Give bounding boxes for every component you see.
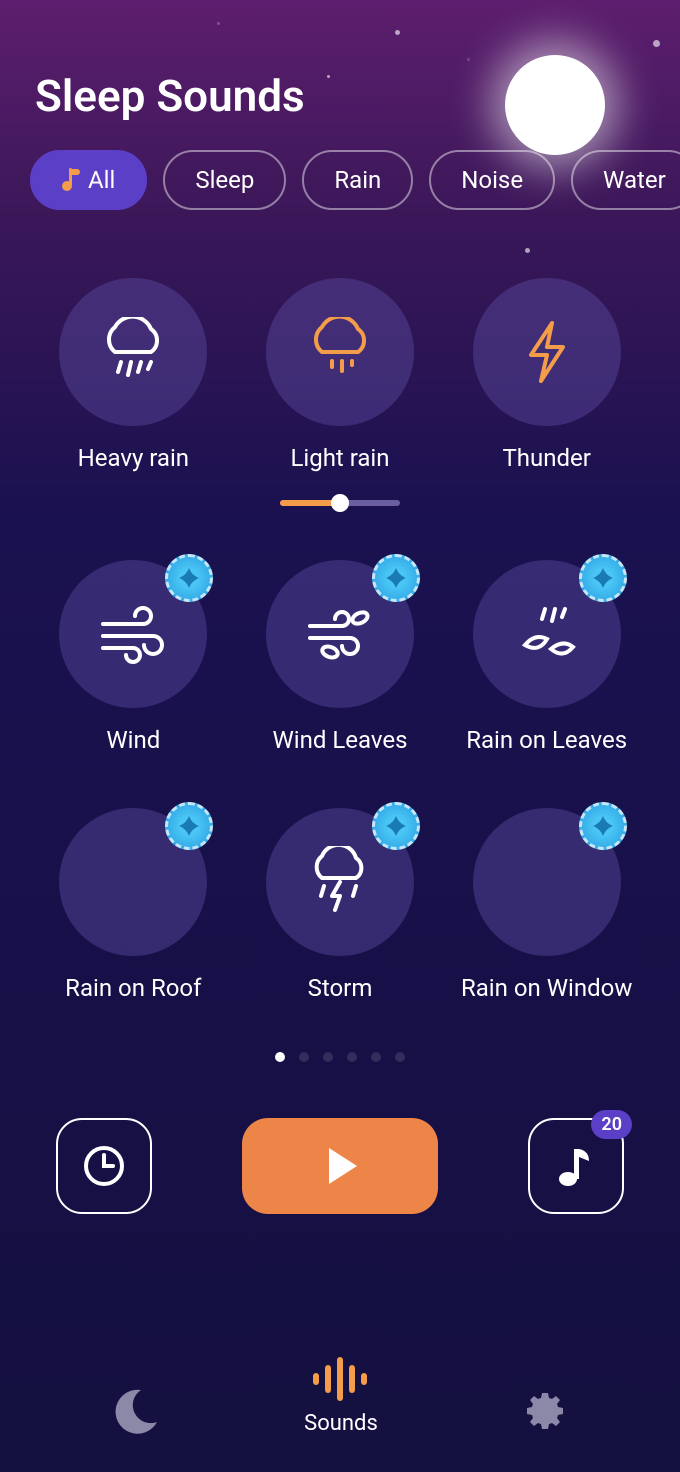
premium-badge-icon bbox=[579, 554, 627, 602]
nav-settings[interactable] bbox=[519, 1386, 569, 1436]
volume-thumb[interactable] bbox=[331, 494, 349, 512]
tab-rain[interactable]: Rain bbox=[302, 150, 413, 210]
playback-controls: 20 bbox=[0, 1062, 680, 1214]
moon-decoration bbox=[505, 55, 605, 155]
nav-sounds[interactable]: Sounds bbox=[304, 1355, 378, 1436]
pagination-dots[interactable] bbox=[0, 1002, 680, 1062]
star-decoration bbox=[467, 58, 470, 61]
sound-circle bbox=[473, 808, 621, 956]
soundwave-icon bbox=[309, 1355, 373, 1403]
page-dot[interactable] bbox=[323, 1052, 333, 1062]
tab-label: All bbox=[88, 166, 115, 194]
sound-label: Rain on Window bbox=[461, 974, 632, 1002]
premium-badge-icon bbox=[372, 802, 420, 850]
tab-noise[interactable]: Noise bbox=[429, 150, 555, 210]
page-dot[interactable] bbox=[299, 1052, 309, 1062]
nav-label: Sounds bbox=[304, 1411, 378, 1436]
page-dot[interactable] bbox=[275, 1052, 285, 1062]
bottom-nav: Sounds bbox=[0, 1355, 680, 1472]
sounds-grid: Heavy rain Light rain Thunder bbox=[0, 210, 680, 1002]
sound-wind[interactable]: Wind bbox=[40, 560, 227, 754]
star-decoration bbox=[217, 22, 220, 25]
star-decoration bbox=[327, 75, 330, 78]
playlist-count-badge: 20 bbox=[591, 1110, 632, 1139]
premium-badge-icon bbox=[165, 802, 213, 850]
sound-circle bbox=[266, 560, 414, 708]
sound-label: Wind bbox=[106, 726, 160, 754]
sound-label: Rain on Roof bbox=[65, 974, 201, 1002]
sound-label: Heavy rain bbox=[78, 444, 189, 472]
sound-circle bbox=[473, 278, 621, 426]
premium-badge-icon bbox=[165, 554, 213, 602]
sound-rain-on-window[interactable]: Rain on Window bbox=[453, 808, 640, 1002]
sound-label: Thunder bbox=[502, 444, 590, 472]
heavy-rain-icon bbox=[93, 317, 173, 387]
moon-icon bbox=[111, 1384, 163, 1436]
sound-label: Wind Leaves bbox=[272, 726, 407, 754]
premium-badge-icon bbox=[372, 554, 420, 602]
sound-circle bbox=[59, 808, 207, 956]
tab-all[interactable]: All bbox=[30, 150, 147, 210]
sound-circle bbox=[266, 808, 414, 956]
sound-circle bbox=[59, 560, 207, 708]
star-decoration bbox=[653, 40, 660, 47]
tab-label: Noise bbox=[461, 166, 523, 194]
sound-label: Light rain bbox=[290, 444, 389, 472]
star-decoration bbox=[395, 30, 400, 35]
storm-icon bbox=[300, 846, 380, 918]
light-rain-icon bbox=[300, 317, 380, 387]
tab-label: Sleep bbox=[195, 166, 254, 194]
sound-circle bbox=[266, 278, 414, 426]
play-button[interactable] bbox=[242, 1118, 438, 1214]
sound-thunder[interactable]: Thunder bbox=[453, 278, 640, 506]
sound-heavy-rain[interactable]: Heavy rain bbox=[40, 278, 227, 506]
star-decoration bbox=[525, 248, 530, 253]
sound-light-rain[interactable]: Light rain bbox=[247, 278, 434, 506]
sound-circle bbox=[59, 278, 207, 426]
page-dot[interactable] bbox=[371, 1052, 381, 1062]
thunder-icon bbox=[517, 317, 577, 387]
sound-label: Storm bbox=[308, 974, 373, 1002]
sound-storm[interactable]: Storm bbox=[247, 808, 434, 1002]
tab-label: Rain bbox=[334, 166, 381, 194]
tab-sleep[interactable]: Sleep bbox=[163, 150, 286, 210]
gear-icon bbox=[519, 1386, 569, 1436]
volume-slider[interactable] bbox=[280, 500, 400, 506]
sound-rain-on-roof[interactable]: Rain on Roof bbox=[40, 808, 227, 1002]
page-dot[interactable] bbox=[395, 1052, 405, 1062]
sound-rain-on-leaves[interactable]: Rain on Leaves bbox=[453, 560, 640, 754]
play-icon bbox=[329, 1148, 357, 1184]
music-note-icon bbox=[62, 169, 80, 191]
wind-leaves-icon bbox=[300, 604, 380, 664]
timer-button[interactable] bbox=[56, 1118, 152, 1214]
sound-wind-leaves[interactable]: Wind Leaves bbox=[247, 560, 434, 754]
wind-icon bbox=[93, 604, 173, 664]
rain-on-leaves-icon bbox=[507, 603, 587, 665]
nav-sleep[interactable] bbox=[111, 1384, 163, 1436]
premium-badge-icon bbox=[579, 802, 627, 850]
sound-circle bbox=[473, 560, 621, 708]
music-note-icon bbox=[557, 1145, 595, 1187]
tab-water[interactable]: Water bbox=[571, 150, 680, 210]
page-dot[interactable] bbox=[347, 1052, 357, 1062]
sound-label: Rain on Leaves bbox=[466, 726, 627, 754]
tab-label: Water bbox=[603, 166, 666, 194]
clock-icon bbox=[83, 1145, 125, 1187]
playlist-button[interactable]: 20 bbox=[528, 1118, 624, 1214]
